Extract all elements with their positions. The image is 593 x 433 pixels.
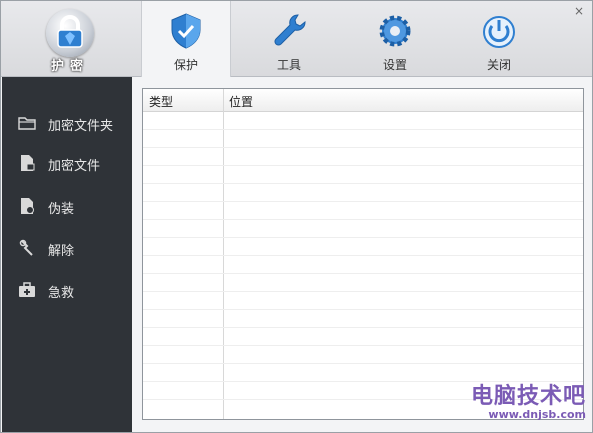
tab-close-label: 关闭 <box>486 58 511 72</box>
close-window-button[interactable]: × <box>574 4 584 18</box>
tab-protect[interactable]: 保护 <box>141 1 231 77</box>
sidebar-item-label: 伪装 <box>48 202 75 217</box>
row-gridline <box>143 219 583 220</box>
watermark-text: 电脑技术吧 <box>470 384 586 409</box>
disguise-icon <box>21 198 34 214</box>
sidebar-item-label: 急救 <box>48 286 75 301</box>
column-header-type[interactable]: 类型 <box>149 93 173 110</box>
folder-icon <box>18 117 36 130</box>
sidebar-item-label: 加密文件夹 <box>48 119 114 134</box>
row-gridline <box>143 309 583 310</box>
sidebar-item-label: 解除 <box>48 244 75 259</box>
watermark-url: www.dnjsb.com <box>488 408 586 421</box>
row-gridline <box>143 327 583 328</box>
first-aid-icon <box>19 282 35 297</box>
tab-close[interactable]: 关闭 <box>455 1 543 76</box>
tab-settings-label: 设置 <box>382 58 407 72</box>
file-lock-icon <box>21 155 35 171</box>
top-toolbar: 护密 保护 工具 设置 关闭 × <box>1 1 592 77</box>
sidebar-item-first-aid[interactable]: 急救 <box>2 276 132 304</box>
row-gridline <box>143 345 583 346</box>
power-icon <box>483 16 515 48</box>
shield-icon <box>171 13 201 49</box>
app-window: 护密 保护 工具 设置 关闭 × 加密文件夹 加密文件 伪装 解除 急救 类型 … <box>0 0 593 433</box>
unlock-icon <box>19 239 33 256</box>
sidebar-item-encrypt-file[interactable]: 加密文件 <box>2 149 132 177</box>
tab-tools-label: 工具 <box>276 58 301 72</box>
sidebar-item-encrypt-folder[interactable]: 加密文件夹 <box>2 109 132 137</box>
file-list-table[interactable]: 类型 位置 <box>142 88 584 420</box>
watermark: 电脑技术吧 www.dnjsb.com <box>436 378 586 428</box>
row-gridline <box>143 129 583 130</box>
sidebar-item-disguise[interactable]: 伪装 <box>2 192 132 220</box>
lock-logo-icon <box>46 9 94 57</box>
row-gridline <box>143 165 583 166</box>
row-gridline <box>143 237 583 238</box>
sidebar-item-unlock[interactable]: 解除 <box>2 234 132 262</box>
sidebar: 加密文件夹 加密文件 伪装 解除 急救 <box>2 77 132 432</box>
row-gridline <box>143 201 583 202</box>
row-gridline <box>143 291 583 292</box>
table-header: 类型 位置 <box>143 89 583 112</box>
tab-tools[interactable]: 工具 <box>245 1 333 76</box>
row-gridline <box>143 273 583 274</box>
logo-text: 护密 <box>50 59 89 74</box>
row-gridline <box>143 183 583 184</box>
column-divider <box>223 89 224 419</box>
row-gridline <box>143 255 583 256</box>
tab-protect-label: 保护 <box>173 58 198 72</box>
sidebar-item-label: 加密文件 <box>48 159 101 174</box>
wrench-icon <box>274 14 306 46</box>
tab-settings[interactable]: 设置 <box>351 1 439 76</box>
column-header-location[interactable]: 位置 <box>229 93 253 110</box>
app-logo: 护密 <box>15 5 125 75</box>
row-gridline <box>143 363 583 364</box>
row-gridline <box>143 147 583 148</box>
gear-icon <box>379 15 411 47</box>
